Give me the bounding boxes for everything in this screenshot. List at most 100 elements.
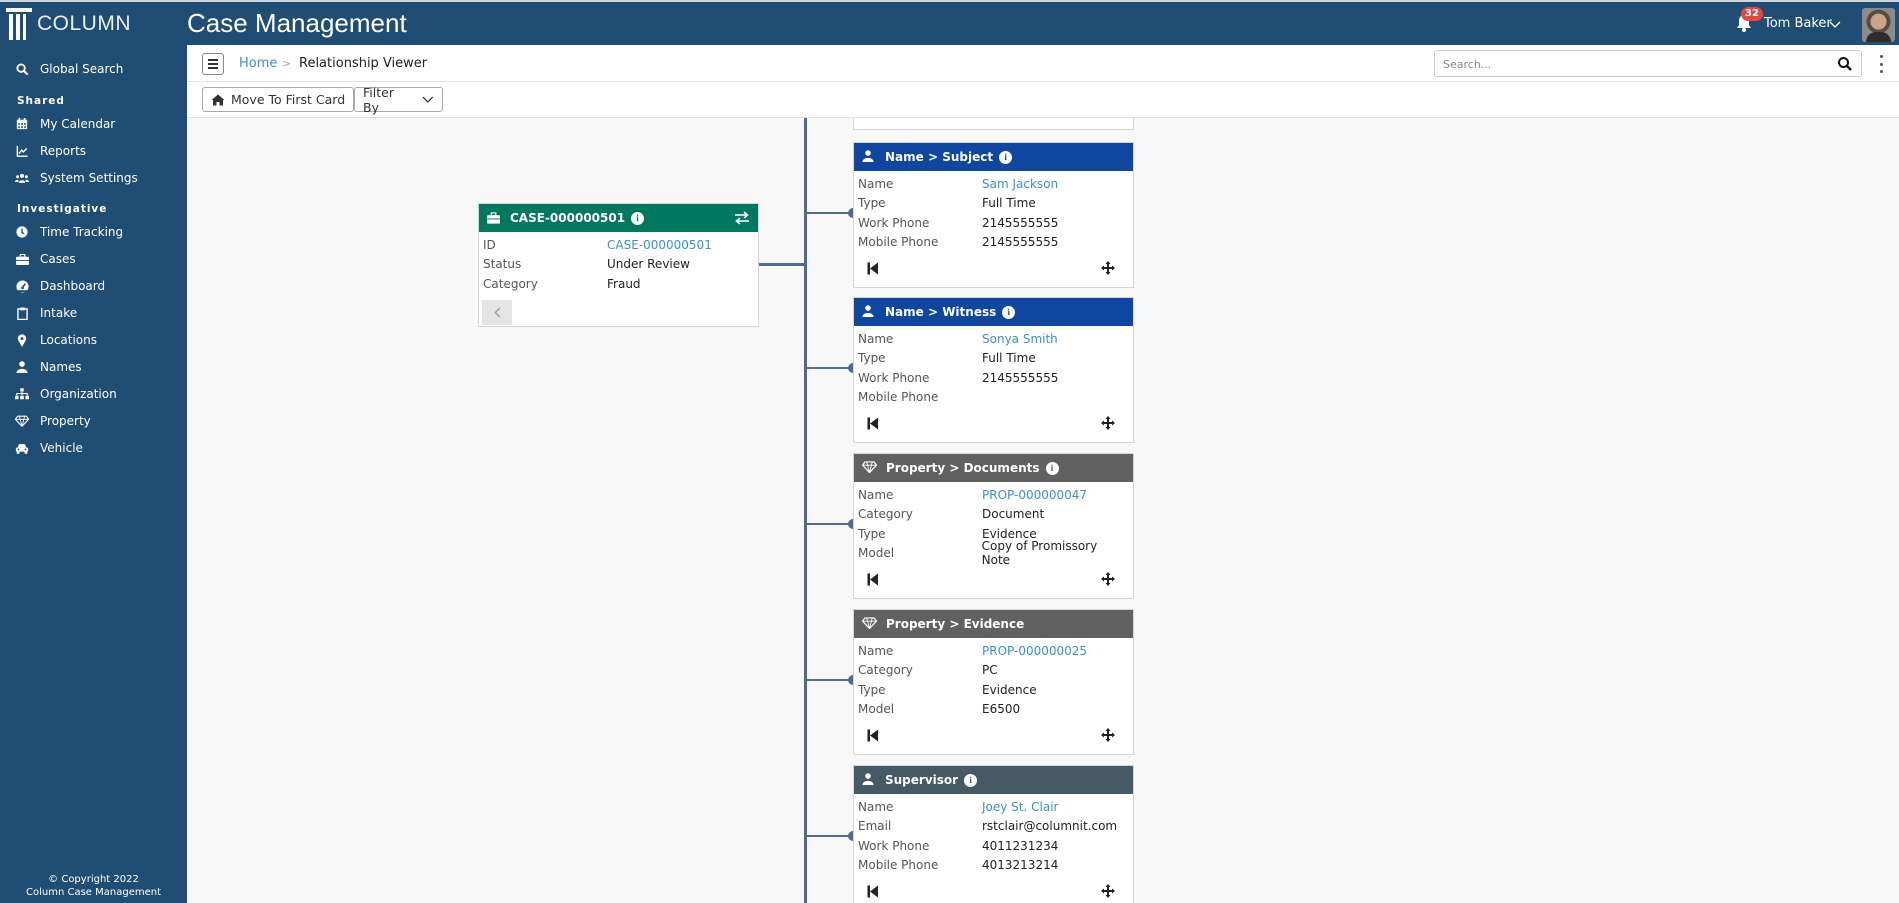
- sidebar-item-intake[interactable]: Intake: [0, 302, 187, 324]
- related-card-footer: [854, 252, 1133, 286]
- field-value: Full Time: [982, 196, 1036, 211]
- related-card-title: Property > Documents: [886, 461, 1040, 475]
- field-label: Work Phone: [858, 838, 930, 853]
- field-label: Category: [858, 507, 913, 522]
- field-value: Full Time: [982, 351, 1036, 366]
- info-icon[interactable]: i: [999, 150, 1013, 164]
- related-card-property-evidence[interactable]: Property > Evidence Name PROP-000000025 Ca…: [853, 609, 1134, 755]
- field-value: PC: [982, 663, 998, 678]
- skip-first-icon[interactable]: [867, 262, 879, 275]
- info-icon[interactable]: i: [1045, 461, 1059, 475]
- connector-branch: [806, 367, 852, 369]
- related-card-supervisor[interactable]: Supervisor i Name Joey St. Clair Email rstc…: [853, 765, 1134, 903]
- top-bar: COLUMN Case Management 32 Tom Baker: [0, 0, 1899, 45]
- related-card-partial[interactable]: [853, 118, 1134, 130]
- related-card-name-subject[interactable]: Name > Subject i Name Sam Jackson Type Full…: [853, 142, 1134, 288]
- field-value: 2145555555: [982, 370, 1059, 385]
- gauge-icon: [15, 279, 29, 293]
- record-link[interactable]: PROP-000000047: [982, 488, 1087, 502]
- sidebar-item-vehicle[interactable]: Vehicle: [0, 437, 187, 459]
- map-marker-icon: [15, 333, 29, 347]
- skip-first-icon[interactable]: [867, 417, 879, 430]
- move-arrows-icon[interactable]: [1101, 728, 1115, 742]
- field-row: Category Document: [858, 505, 1129, 525]
- briefcase-icon: [487, 212, 500, 224]
- more-options-icon[interactable]: [1877, 55, 1885, 73]
- case-card-title: CASE-000000501: [510, 211, 626, 225]
- info-icon[interactable]: i: [1002, 305, 1016, 319]
- field-value: Under Review: [607, 257, 690, 272]
- chevron-down-icon[interactable]: [1829, 21, 1841, 29]
- sidebar-item-reports[interactable]: Reports: [0, 140, 187, 162]
- record-link[interactable]: PROP-000000025: [982, 644, 1087, 658]
- related-card-property-documents[interactable]: Property > Documents i Name PROP-00000004…: [853, 453, 1134, 599]
- field-label: Type: [858, 682, 886, 697]
- sitemap-icon: [15, 387, 29, 401]
- related-card-title: Property > Evidence: [886, 617, 1025, 631]
- connector-trunk: [804, 118, 807, 903]
- search-field[interactable]: [1434, 50, 1862, 77]
- sidebar-item-cases[interactable]: Cases: [0, 248, 187, 270]
- field-row: Work Phone 2145555555: [858, 213, 1129, 233]
- breadcrumb-home-link[interactable]: Home: [239, 56, 277, 71]
- swap-icon[interactable]: [734, 211, 750, 225]
- brand-logo[interactable]: COLUMN: [0, 2, 187, 45]
- record-link[interactable]: Joey St. Clair: [982, 800, 1058, 814]
- record-link[interactable]: Sonya Smith: [982, 332, 1058, 346]
- move-arrows-icon[interactable]: [1101, 884, 1115, 898]
- connector-branch: [806, 679, 852, 681]
- move-arrows-icon[interactable]: [1101, 261, 1115, 275]
- field-row: Category PC: [858, 661, 1129, 681]
- skip-first-icon[interactable]: [867, 885, 879, 898]
- calendar-icon: [15, 117, 29, 131]
- sidebar-section-shared: Shared: [17, 95, 65, 107]
- field-row: Name Joey St. Clair: [858, 797, 1129, 817]
- sidebar-item-names[interactable]: Names: [0, 356, 187, 378]
- skip-first-icon[interactable]: [867, 573, 879, 586]
- field-label: Name: [858, 331, 894, 346]
- sidebar-item-system-settings[interactable]: System Settings: [0, 167, 187, 189]
- avatar[interactable]: [1862, 8, 1895, 42]
- relationship-canvas[interactable]: CASE-000000501 i ID CASE-000000501 Status…: [187, 118, 1899, 903]
- sidebar-item-organization[interactable]: Organization: [0, 383, 187, 405]
- case-card[interactable]: CASE-000000501 i ID CASE-000000501 Status…: [478, 203, 759, 327]
- sidebar-item-time-tracking[interactable]: Time Tracking: [0, 221, 187, 243]
- skip-first-icon[interactable]: [867, 729, 879, 742]
- field-value: E6500: [982, 702, 1021, 717]
- clipboard-icon: [15, 306, 29, 320]
- sidebar-item-label: My Calendar: [40, 117, 116, 131]
- field-label: Name: [858, 487, 894, 502]
- sidebar-item-label: Intake: [40, 306, 78, 320]
- sidebar-item-global-search[interactable]: Global Search: [0, 58, 187, 80]
- breadcrumb-bar: Home > Relationship Viewer: [187, 45, 1899, 82]
- breadcrumb-current: Relationship Viewer: [299, 56, 428, 71]
- search-icon[interactable]: [1837, 56, 1853, 72]
- collapse-left-button[interactable]: [482, 299, 512, 325]
- sidebar-item-locations[interactable]: Locations: [0, 329, 187, 351]
- field-label: Category: [483, 276, 538, 291]
- move-arrows-icon[interactable]: [1101, 416, 1115, 430]
- user-menu[interactable]: Tom Baker: [1764, 16, 1832, 31]
- field-row: Work Phone 4011231234: [858, 836, 1129, 856]
- filter-by-dropdown[interactable]: Filter By: [354, 85, 443, 115]
- field-label: ID: [483, 237, 496, 252]
- move-arrows-icon[interactable]: [1101, 572, 1115, 586]
- menu-toggle-button[interactable]: [202, 53, 224, 75]
- field-label: Status: [483, 257, 522, 272]
- info-icon[interactable]: i: [631, 211, 645, 225]
- case-id-link[interactable]: CASE-000000501: [607, 238, 712, 252]
- sidebar-item-property[interactable]: Property: [0, 410, 187, 432]
- field-row: Mobile Phone 2145555555: [858, 233, 1129, 253]
- move-to-first-card-button[interactable]: Move To First Card: [202, 87, 355, 112]
- related-card-name-witness[interactable]: Name > Witness i Name Sonya Smith Type Full…: [853, 297, 1134, 443]
- sidebar-item-my-calendar[interactable]: My Calendar: [0, 113, 187, 135]
- info-icon[interactable]: i: [964, 773, 978, 787]
- field-row: Email rstclair@columnit.com: [858, 817, 1129, 837]
- field-label: Name: [858, 799, 894, 814]
- sidebar-item-dashboard[interactable]: Dashboard: [0, 275, 187, 297]
- related-card-header: Supervisor i: [854, 766, 1133, 794]
- related-card-footer: [854, 719, 1133, 753]
- related-card-body: Name Joey St. Clair Email rstclair@columnit…: [854, 794, 1133, 875]
- record-link[interactable]: Sam Jackson: [982, 177, 1058, 191]
- search-input[interactable]: [1443, 55, 1823, 73]
